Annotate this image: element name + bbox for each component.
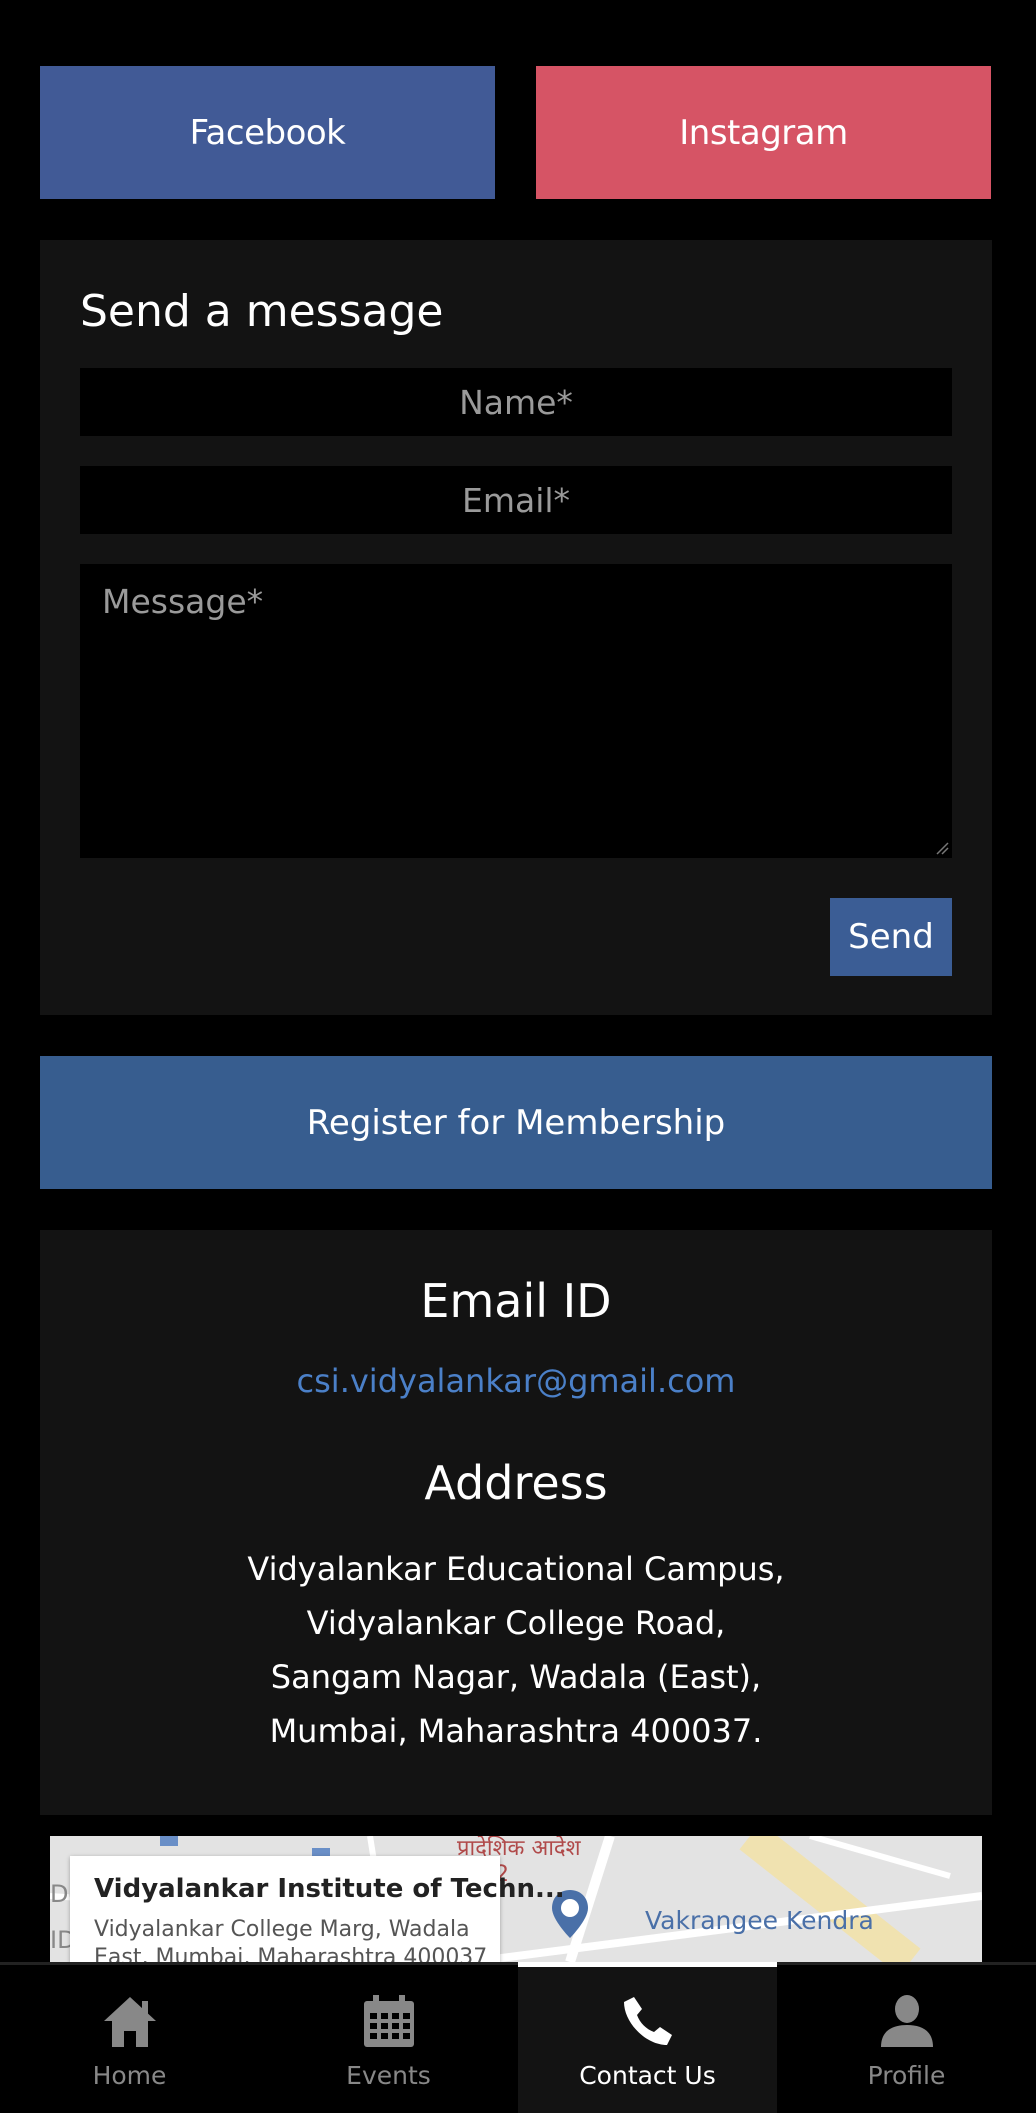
- contact-info-panel: Email ID csi.vidyalankar@gmail.com Addre…: [40, 1230, 992, 1815]
- address-line: Vidyalankar College Road,: [306, 1604, 726, 1642]
- resize-handle-icon[interactable]: [935, 841, 949, 855]
- address-line: Sangam Nagar, Wadala (East),: [270, 1658, 762, 1696]
- email-placeholder: Email*: [461, 480, 571, 520]
- message-textarea[interactable]: Message*: [80, 564, 952, 858]
- form-title: Send a message: [80, 286, 444, 337]
- embedded-map[interactable]: Do ID प्रादेशिक आदेश ोन 2 Vakrangee Kend…: [50, 1836, 982, 1962]
- map-place-address: Vidyalankar College Marg, Wadala East, M…: [94, 1917, 488, 1962]
- phone-icon: [623, 1997, 672, 2045]
- home-icon: [103, 1997, 156, 2047]
- nav-item-profile[interactable]: Profile: [777, 1965, 1036, 2113]
- bottom-navigation: Home Events Contact Us Profile: [0, 1962, 1036, 2113]
- email-heading: Email ID: [420, 1274, 612, 1328]
- message-placeholder: Message*: [102, 582, 264, 621]
- map-place-card[interactable]: Vidyalankar Institute of Techn... Vidyal…: [70, 1856, 565, 1962]
- send-button[interactable]: Send: [830, 898, 952, 976]
- email-input[interactable]: Email*: [80, 466, 952, 534]
- map-poi-label[interactable]: Vakrangee Kendra: [645, 1906, 874, 1935]
- address-line: Mumbai, Maharashtra 400037.: [269, 1712, 763, 1750]
- facebook-button[interactable]: Facebook: [40, 66, 495, 199]
- address-heading: Address: [424, 1456, 608, 1510]
- instagram-button[interactable]: Instagram: [536, 66, 991, 199]
- map-place-title: Vidyalankar Institute of Techn...: [94, 1874, 565, 1904]
- user-icon: [880, 1995, 933, 2047]
- nav-item-home[interactable]: Home: [0, 1965, 259, 2113]
- address-line: Vidyalankar Educational Campus,: [247, 1550, 785, 1588]
- address-text: Vidyalankar Educational Campus, Vidyalan…: [40, 1542, 992, 1758]
- name-placeholder: Name*: [459, 382, 573, 422]
- nav-label: Events: [346, 2061, 431, 2090]
- nav-item-events[interactable]: Events: [259, 1965, 518, 2113]
- name-input[interactable]: Name*: [80, 368, 952, 436]
- nav-label: Contact Us: [579, 2061, 716, 2090]
- register-membership-button[interactable]: Register for Membership: [40, 1056, 992, 1189]
- nav-item-contact-us[interactable]: Contact Us: [518, 1962, 777, 2113]
- calendar-icon: [363, 1995, 414, 2047]
- contact-form-panel: Send a message Name* Email* Message* Sen…: [40, 240, 992, 1015]
- email-link[interactable]: csi.vidyalankar@gmail.com: [40, 1362, 992, 1400]
- nav-label: Profile: [867, 2061, 946, 2090]
- nav-label: Home: [92, 2061, 167, 2090]
